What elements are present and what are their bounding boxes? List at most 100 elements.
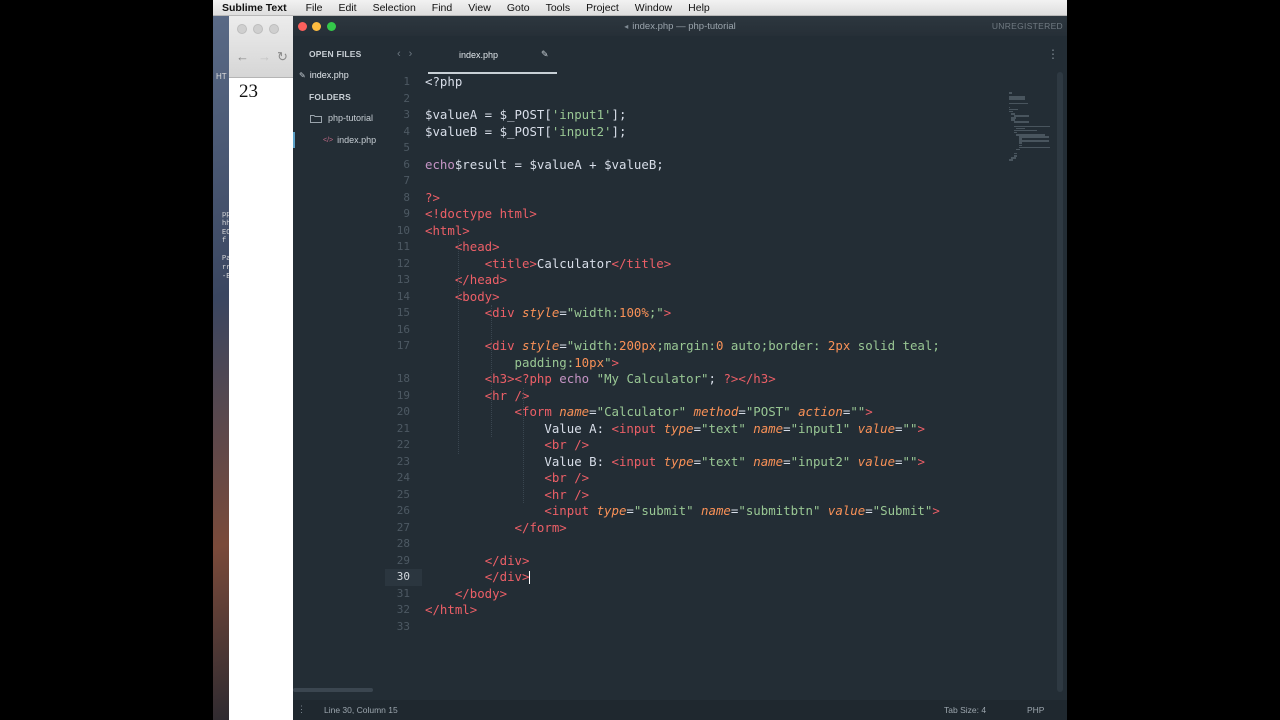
code-editor[interactable]: 1 <?php 2 3 $valueA = $_POST['input1']; 4 $val… <box>385 74 1005 700</box>
code-token: style <box>522 338 560 353</box>
code-line[interactable]: 31 </body> <box>385 586 1005 603</box>
code-line[interactable]: 18 <h3><?php echo "My Calculator"; ?></h… <box>385 371 1005 388</box>
code-line[interactable]: 22 <br /> <box>385 437 1005 454</box>
browser-tab-fragment[interactable]: HT <box>216 72 227 81</box>
code-line[interactable]: 16 <box>385 322 1005 339</box>
browser-toolbar: ← → ↻ <box>229 16 293 78</box>
code-token: <input <box>544 503 597 518</box>
menu-help[interactable]: Help <box>680 2 718 14</box>
reload-icon[interactable]: ↻ <box>277 49 288 65</box>
menubar-app-name[interactable]: Sublime Text <box>221 2 298 14</box>
tab-index-php[interactable]: index.php <box>427 36 557 74</box>
zoom-button[interactable] <box>327 22 336 31</box>
code-line[interactable]: 10 <html> <box>385 223 1005 240</box>
browser-window[interactable]: ← → ↻ HT 23 <box>216 16 293 720</box>
menu-goto[interactable]: Goto <box>499 2 538 14</box>
code-line[interactable]: 4 $valueB = $_POST['input2']; <box>385 124 1005 141</box>
code-token: > <box>917 453 925 469</box>
more-options-icon[interactable]: ⋮ <box>1047 47 1059 61</box>
back-arrow-icon[interactable]: ← <box>236 49 249 64</box>
forward-arrow-icon[interactable]: → <box>258 49 271 64</box>
code-line[interactable]: 3 $valueA = $_POST['input1']; <box>385 107 1005 124</box>
code-line[interactable]: 11 <head> <box>385 239 1005 256</box>
code-line[interactable]: 12 <title>Calculator</title> <box>385 256 1005 273</box>
code-line[interactable]: 9 <!doctype html> <box>385 206 1005 223</box>
indent-guide <box>523 387 525 503</box>
minimize-button[interactable] <box>312 22 321 31</box>
code-line[interactable]: 5 <box>385 140 1005 157</box>
tab-size-selector[interactable]: Tab Size: 4 <box>944 705 986 715</box>
line-code: $valueA = $_POST['input1']; <box>425 107 626 124</box>
code-line[interactable]: 25 <hr /> <box>385 487 1005 504</box>
window-title: index.php — php-tutorial <box>632 20 736 32</box>
code-line[interactable]: 20 <form name="Calculator" method="POST"… <box>385 404 1005 421</box>
code-line[interactable]: 6 echo$result = $valueA + $valueB; <box>385 157 1005 174</box>
menu-selection[interactable]: Selection <box>365 2 424 14</box>
code-line[interactable]: 1 <?php <box>385 74 1005 91</box>
document-icon: ◂ <box>624 21 629 31</box>
code-line[interactable]: 26 <input type="submit" name="submitbtn"… <box>385 503 1005 520</box>
browser-zoom-button[interactable] <box>269 24 279 34</box>
line-number: 14 <box>396 289 410 303</box>
menu-project[interactable]: Project <box>578 2 627 14</box>
code-token: = <box>865 503 873 518</box>
cursor-position[interactable]: Line 30, Column 15 <box>324 705 398 715</box>
browser-close-button[interactable] <box>237 24 247 34</box>
browser-minimize-button[interactable] <box>253 24 263 34</box>
code-token: + <box>581 156 605 172</box>
menu-view[interactable]: View <box>460 2 499 14</box>
menu-tools[interactable]: Tools <box>538 2 579 14</box>
code-token: "input1" <box>790 420 851 436</box>
code-line[interactable]: 14 <body> <box>385 289 1005 306</box>
close-button[interactable] <box>298 22 307 31</box>
code-line[interactable]: 32 </html> <box>385 602 1005 619</box>
code-line[interactable]: 15 <div style="width:100%;"> <box>385 305 1005 322</box>
minimap-line <box>1009 102 1029 104</box>
code-line[interactable]: 29 </div> <box>385 553 1005 570</box>
code-line[interactable]: 24 <br /> <box>385 470 1005 487</box>
menu-find[interactable]: Find <box>424 2 460 14</box>
line-number: 6 <box>403 157 410 171</box>
code-line[interactable]: 30 </div> <box>385 569 1005 586</box>
editor-scrollbar[interactable] <box>1057 72 1063 692</box>
code-token: Value B: <box>425 453 612 469</box>
code-token: <html> <box>425 222 470 238</box>
code-token: 'input2' <box>551 123 612 139</box>
code-line[interactable]: 33 <box>385 619 1005 636</box>
syntax-selector[interactable]: PHP <box>1027 705 1044 715</box>
line-code: <?php <box>425 74 462 91</box>
code-token: <br /> <box>544 470 590 485</box>
code-line[interactable]: 21 Value A: <input type="text" name="inp… <box>385 421 1005 438</box>
menu-window[interactable]: Window <box>627 2 680 14</box>
folder-php-tutorial[interactable]: php-tutorial <box>310 113 373 123</box>
code-token: echo <box>425 156 455 172</box>
code-line[interactable]: 19 <hr /> <box>385 388 1005 405</box>
code-line[interactable]: 28 <box>385 536 1005 553</box>
minimap-line <box>1016 148 1021 151</box>
code-line[interactable]: 17 <div style="width:200px;margin:0 auto… <box>385 338 1005 355</box>
sublime-window: ◂ index.php — php-tutorial UNREGISTERED … <box>293 16 1067 720</box>
menu-edit[interactable]: Edit <box>331 2 365 14</box>
panel-switcher-icon[interactable]: ⋮ <box>297 704 306 715</box>
sidebar-scrollbar[interactable] <box>293 688 373 692</box>
code-token: <input <box>611 453 664 469</box>
code-line[interactable]: 13 </head> <box>385 272 1005 289</box>
code-line[interactable]: 27 </form> <box>385 520 1005 537</box>
code-line[interactable]: 7 <box>385 173 1005 190</box>
code-token: "submit" <box>633 503 694 518</box>
code-token: method <box>693 404 739 419</box>
line-number: 1 <box>403 75 410 88</box>
code-line[interactable]: 2 <box>385 91 1005 108</box>
menu-file[interactable]: File <box>298 2 331 14</box>
folder-file-item[interactable]: </> index.php <box>323 135 376 145</box>
line-code: <body> <box>425 289 500 306</box>
code-line[interactable]: 8 ?> <box>385 190 1005 207</box>
code-line[interactable]: 23 Value B: <input type="text" name="inp… <box>385 454 1005 471</box>
code-line[interactable]: padding:10px"> <box>385 355 1005 372</box>
tab-nav-arrows-icon[interactable]: ‹› <box>397 48 420 60</box>
open-file-item[interactable]: ✎ index.php <box>299 70 349 80</box>
